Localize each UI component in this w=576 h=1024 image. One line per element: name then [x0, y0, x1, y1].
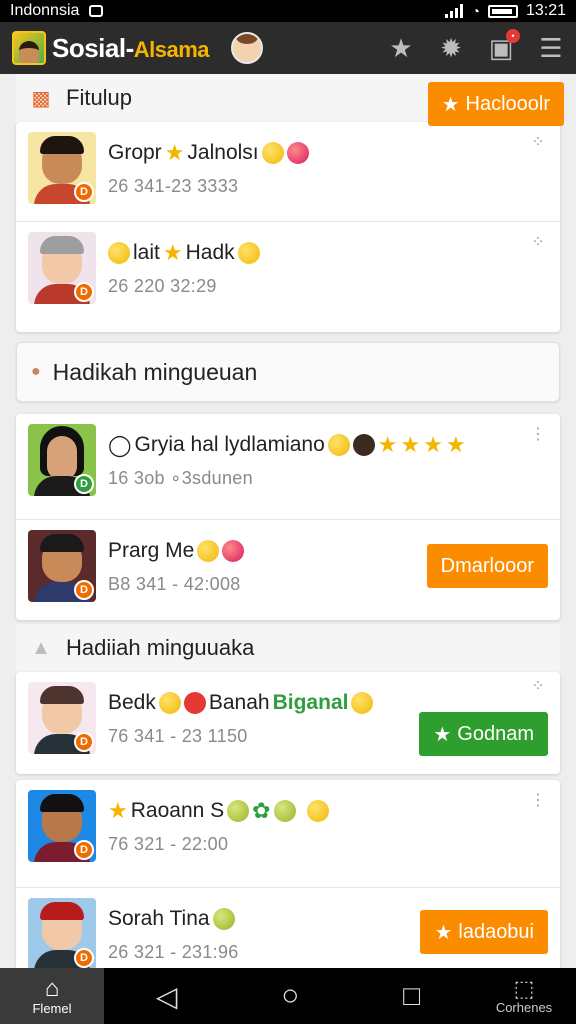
clock-label: 13:21 — [525, 2, 566, 19]
section-title: Fitulup — [66, 85, 133, 110]
nav-right-label: Corhenes — [495, 999, 553, 1015]
home-icon: ⌂ — [44, 974, 60, 1002]
avatar: D — [28, 530, 96, 602]
app-title: Sosial-Alsama — [52, 32, 210, 64]
list-item[interactable]: D ◯ Gryia hal lydlamiano ★ ★ ★ ★ 16 3ob ∘3s… — [16, 414, 560, 520]
list-item[interactable]: D Sorah Tina 26 321 - 231:96 ★ ladaobui — [16, 888, 560, 968]
item-meta: 16 3ob ∘3sdunen — [108, 468, 253, 488]
more-options-icon[interactable]: ⁘ — [530, 135, 546, 151]
app-title-part2: Alsama — [133, 36, 210, 62]
avatar: D — [28, 898, 96, 968]
recents-icon[interactable]: □ — [403, 980, 420, 1012]
back-icon[interactable]: ◁ — [156, 980, 178, 1013]
item-meta: 26 341-23 3333 — [108, 176, 239, 196]
bottom-navigation-bar: ⌂ Flemel ◁ ○ □ ⬚ Corhenes — [0, 968, 576, 1024]
more-options-icon[interactable]: ⁘ — [530, 679, 546, 695]
main-content: ▩ Fitulup D Gropr ★ Jalnolsı 26 341-23 33… — [0, 74, 576, 968]
row-action-button[interactable]: ★ ladaobui — [420, 910, 548, 954]
person-icon: ● — [31, 363, 41, 380]
list-item[interactable]: D Gropr ★ Jalnolsı 26 341-23 3333 ⁘ — [16, 122, 560, 222]
avatar: D — [28, 132, 96, 204]
signal-icon — [445, 4, 464, 18]
row-action-button[interactable]: ★ Godnam — [419, 712, 548, 756]
menu-icon[interactable]: ☰ — [538, 35, 564, 61]
star-icon: ★ — [433, 723, 452, 746]
star-icon: ★ — [441, 93, 460, 116]
section-action-button[interactable]: ★ Haclooolr — [427, 82, 564, 126]
gift-icon: ▩ — [31, 87, 51, 110]
friends-card-1: D Gropr ★ Jalnolsı 26 341-23 3333 ⁘ D lai… — [16, 122, 560, 332]
section-title: Hadiiah minguuaka — [66, 635, 255, 660]
inbox-icon[interactable]: ▣ • — [488, 29, 520, 61]
avatar: D — [28, 790, 96, 862]
item-name: ◯ Gryia hal lydlamiano ★ ★ ★ ★ — [108, 432, 466, 457]
friends-card-3: D Bedk Banah Biganal 76 341 - 23 1150 ⁘ … — [16, 672, 560, 774]
user-icon: ▲ — [31, 636, 51, 659]
more-options-icon[interactable]: ⁘ — [530, 235, 546, 251]
more-options-icon[interactable]: ⋮ — [530, 427, 546, 443]
list-item[interactable]: D ★ Raoann S ✿ 76 321 - 22:00 ⋮ — [16, 780, 560, 888]
avatar: D — [28, 424, 96, 496]
star-icon: ★ — [434, 921, 453, 944]
app-bar: Sosial-Alsama ★ ✹ ▣ • ☰ — [0, 22, 576, 74]
carrier-label: Indonnsia — [10, 2, 80, 19]
loading-icon: ◯ — [108, 433, 132, 457]
item-meta: 26 220 32:29 — [108, 276, 217, 296]
row-action-button[interactable]: Dmarlooor — [426, 544, 548, 588]
profile-avatar[interactable] — [231, 32, 264, 64]
section-title: Hadikah mingueuan — [52, 358, 258, 385]
status-bar: Indonnsia ◔ 13:21 — [0, 0, 576, 22]
notification-badge: • — [506, 29, 520, 43]
more-options-icon[interactable]: ⋮ — [530, 793, 546, 809]
nav-home-label: Flemel — [32, 1000, 72, 1016]
nav-home-tab[interactable]: ⌂ Flemel — [0, 968, 104, 1024]
friends-card-2: D ◯ Gryia hal lydlamiano ★ ★ ★ ★ 16 3ob ∘3s… — [16, 414, 560, 620]
item-meta: 76 321 - 22:00 — [108, 834, 229, 854]
list-item[interactable]: D lait ★ Hadk 26 220 32:29 ⁘ — [16, 222, 560, 332]
avatar: D — [28, 232, 96, 304]
friends-card-4: D ★ Raoann S ✿ 76 321 - 22:00 ⋮ D Sorah … — [16, 780, 560, 968]
section-header-3: ▲ Hadiiah minguuaka — [16, 624, 560, 672]
star-icon[interactable]: ★ — [388, 35, 414, 61]
app-title-part1: Sosial- — [52, 32, 134, 63]
nav-contacts-tab[interactable]: ⬚ Corhenes — [472, 975, 576, 1015]
wifi-icon: ◔ — [471, 3, 480, 19]
list-item[interactable]: D Bedk Banah Biganal 76 341 - 23 1150 ⁘ … — [16, 672, 560, 774]
item-name: lait ★ Hadk — [108, 238, 548, 268]
home-button-icon[interactable]: ○ — [281, 979, 299, 1013]
avatar: D — [28, 682, 96, 754]
list-item[interactable]: D Prarg Me B8 341 - 42:008 Dmarlooor — [16, 520, 560, 620]
app-logo[interactable] — [12, 31, 46, 65]
gear-icon[interactable]: ✹ — [438, 35, 464, 61]
battery-icon — [487, 4, 518, 18]
item-name: ★ Raoann S ✿ — [108, 796, 548, 826]
section-header-2: ● Hadikah mingueuan ★ Haclooolr — [16, 82, 564, 402]
item-name: Gropr ★ Jalnolsı — [108, 138, 548, 168]
notification-icon — [89, 5, 104, 17]
chat-icon: ⬚ — [513, 975, 535, 1001]
